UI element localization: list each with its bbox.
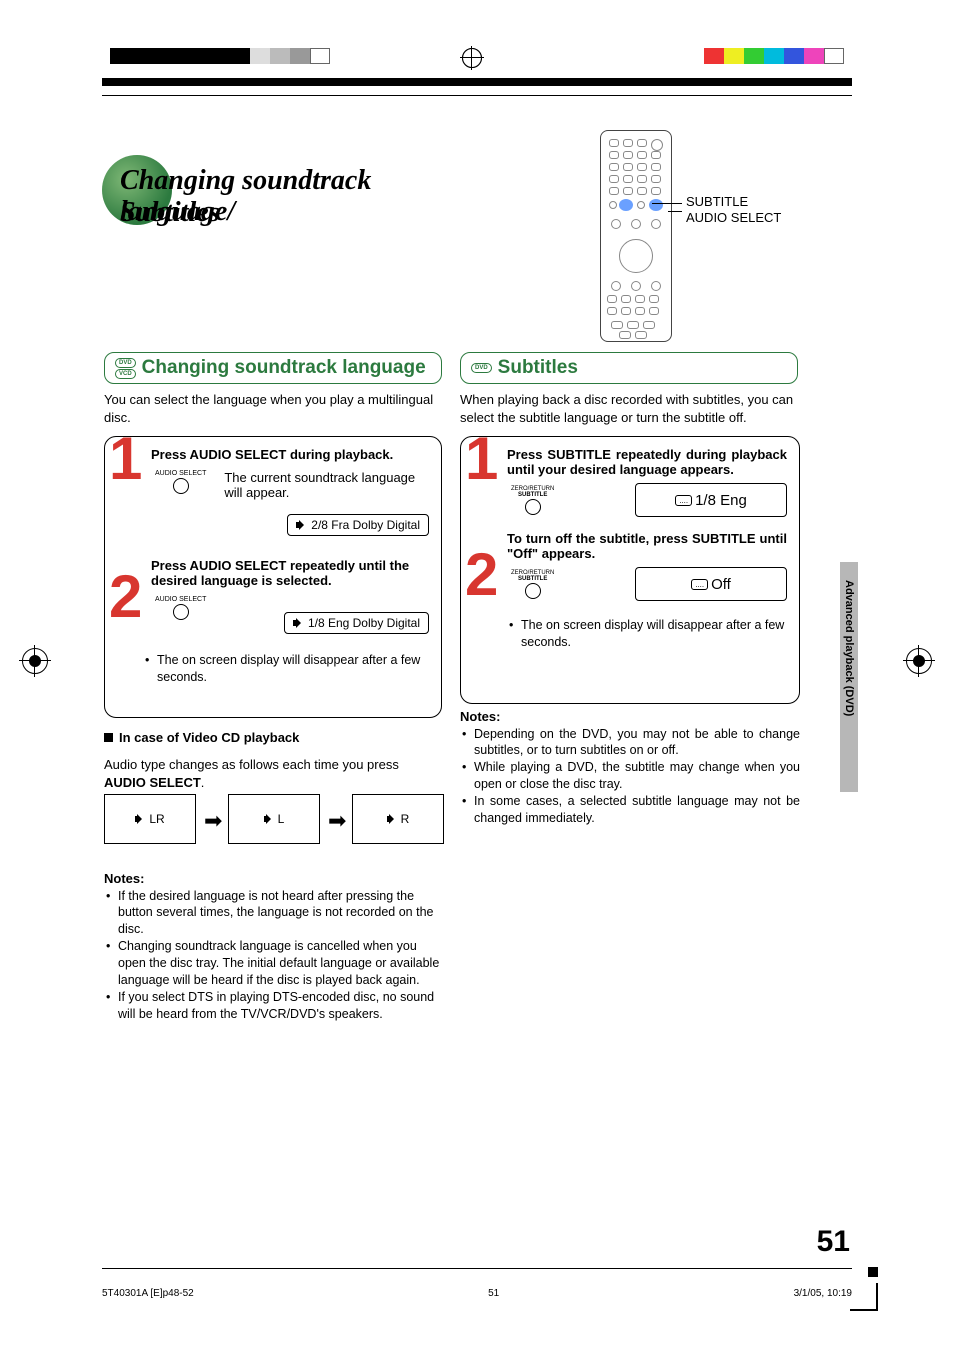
- step1-instruction: Press AUDIO SELECT during playback.: [151, 447, 429, 462]
- callout-line-1: [652, 203, 682, 204]
- callout-subtitle: SUBTITLE: [686, 194, 748, 209]
- cycle-lr: LR: [104, 794, 196, 844]
- speaker-icon: [296, 520, 308, 530]
- crop-mark-icon: [850, 1283, 878, 1311]
- crop-block-icon: [868, 1267, 878, 1277]
- audio-select-button-icon-2: AUDIO SELECT: [155, 596, 206, 620]
- notes-heading: Notes:: [460, 708, 800, 726]
- callout-audio-select: AUDIO SELECT: [686, 210, 781, 225]
- step1-description: The current soundtrack language will app…: [224, 470, 429, 500]
- section-header-soundtrack: DVD VCD Changing soundtrack language: [104, 352, 442, 384]
- subtitle-button-icon: ZERO/RETURN SUBTITLE: [511, 486, 554, 515]
- arrow-right-icon: ➡: [204, 808, 222, 834]
- subtitle-label: SUBTITLE: [518, 576, 547, 582]
- step-number-2: 2: [109, 567, 142, 627]
- osd-subtitle-1: ....1/8 Eng: [635, 483, 787, 517]
- notes-heading: Notes:: [104, 870, 442, 888]
- soundtrack-steps: 1 Press AUDIO SELECT during playback. AU…: [104, 436, 442, 718]
- chapter-tab-label: Advanced playback (DVD): [843, 580, 855, 716]
- top-rule: [102, 78, 852, 86]
- subtitle-button-icon-2: ZERO/RETURN SUBTITLE: [511, 570, 554, 599]
- footer-right: 3/1/05, 10:19: [794, 1288, 852, 1299]
- crosshair-left-icon: [22, 648, 48, 674]
- top-rule-thin: [102, 95, 852, 96]
- section-header-subtitles-text: Subtitles: [498, 357, 578, 379]
- cycle-l: L: [228, 794, 320, 844]
- right-notes: Notes: Depending on the DVD, you may not…: [460, 708, 800, 827]
- step-number-1: 1: [109, 429, 142, 489]
- cycle-r: R: [352, 794, 444, 844]
- subtitle-osd-icon: ....: [675, 495, 692, 506]
- step2-instruction: Press AUDIO SELECT repeatedly until the …: [151, 558, 429, 588]
- speaker-icon: [387, 815, 398, 824]
- subtitle-osd-icon: ....: [691, 579, 708, 590]
- footer: 5T40301A [E]p48-52 51 3/1/05, 10:19: [102, 1288, 852, 1299]
- registration-black: [110, 48, 250, 64]
- badge-dvd: DVD: [471, 363, 492, 373]
- right-note-2: While playing a DVD, the subtitle may ch…: [460, 759, 800, 793]
- section-header-subtitles: DVD Subtitles: [460, 352, 798, 384]
- left-note-1: If the desired language is not heard aft…: [104, 888, 442, 939]
- square-bullet-icon: [104, 733, 113, 742]
- remote-highlight-subtitle: [619, 199, 633, 211]
- page: Changing soundtrack language/ Subtitles …: [0, 0, 954, 1351]
- subtitles-intro: When playing back a disc recorded with s…: [460, 391, 800, 426]
- registration-color: [704, 48, 844, 64]
- sub-step1-instruction: Press SUBTITLE repeatedly during playbac…: [507, 447, 787, 477]
- subtitles-steps: 1 Press SUBTITLE repeatedly during playb…: [460, 436, 800, 704]
- audio-cycle: LR ➡ L ➡ R: [104, 794, 444, 864]
- section-header-soundtrack-text: Changing soundtrack language: [142, 357, 426, 379]
- crosshair-right-icon: [906, 648, 932, 674]
- osd-display-2: 1/8 Eng Dolby Digital: [284, 612, 429, 634]
- step2-note: The on screen display will disappear aft…: [143, 652, 429, 686]
- audio-select-button-icon: AUDIO SELECT: [155, 470, 206, 494]
- subtitle-label: SUBTITLE: [518, 492, 547, 498]
- left-note-3: If you select DTS in playing DTS-encoded…: [104, 989, 442, 1023]
- step1-osd-row: 2/8 Fra Dolby Digital: [161, 514, 429, 536]
- page-title-line2: Subtitles: [120, 198, 220, 229]
- registration-gray: [250, 48, 330, 64]
- sub-step2-note: The on screen display will disappear aft…: [507, 617, 787, 651]
- speaker-icon: [293, 618, 305, 628]
- disc-badge-dvd-icon: DVD: [471, 363, 492, 373]
- arrow-right-icon: ➡: [328, 808, 346, 834]
- remote-highlight-audio: [649, 199, 663, 211]
- page-number: 51: [817, 1225, 850, 1259]
- left-note-2: Changing soundtrack language is cancelle…: [104, 938, 442, 989]
- sub-step2-instruction: To turn off the subtitle, press SUBTITLE…: [507, 531, 787, 561]
- badge-dvd: DVD: [115, 358, 136, 368]
- speaker-icon: [264, 815, 275, 824]
- remote-illustration: [600, 130, 672, 342]
- right-note-1: Depending on the DVD, you may not be abl…: [460, 726, 800, 760]
- badge-vcd: VCD: [115, 369, 136, 379]
- audio-select-label-2: AUDIO SELECT: [155, 596, 206, 603]
- speaker-icon: [135, 815, 146, 824]
- callout-line-2: [668, 211, 682, 212]
- osd-display-1: 2/8 Fra Dolby Digital: [287, 514, 429, 536]
- disc-badge-dvd-vcd-icon: DVD VCD: [115, 358, 136, 379]
- left-notes: Notes: If the desired language is not he…: [104, 870, 442, 1023]
- step-number-2: 2: [465, 545, 498, 605]
- osd-subtitle-2: ....Off: [635, 567, 787, 601]
- audio-select-label: AUDIO SELECT: [155, 470, 206, 477]
- bottom-rule: [102, 1268, 852, 1269]
- vcd-subhead: In case of Video CD playback: [104, 730, 299, 745]
- soundtrack-intro: You can select the language when you pla…: [104, 391, 439, 426]
- right-note-3: In some cases, a selected subtitle langu…: [460, 793, 800, 827]
- crosshair-bottom-icon: [462, 48, 482, 68]
- footer-left: 5T40301A [E]p48-52: [102, 1288, 194, 1299]
- footer-center: 51: [488, 1288, 499, 1299]
- step-number-1: 1: [465, 429, 498, 489]
- vcd-description: Audio type changes as follows each time …: [104, 756, 439, 791]
